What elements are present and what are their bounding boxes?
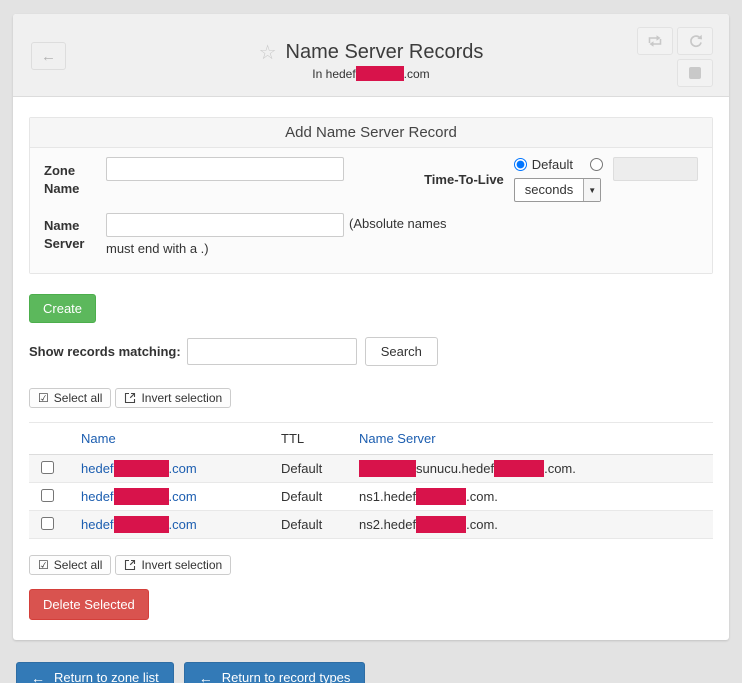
add-record-panel-title: Add Name Server Record [30,118,712,148]
table-row: hedef.com Default sunucu.hedef.com. [29,455,713,483]
repeat-button[interactable] [637,27,673,55]
ttl-custom-input[interactable] [613,157,698,181]
refresh-button[interactable] [677,27,713,55]
search-input[interactable] [187,338,357,365]
ttl-unit-selected-value: seconds [515,179,583,201]
select-all-button-top[interactable]: ☑ Select all [29,388,111,408]
zone-name-input[interactable] [106,157,344,181]
add-record-panel: Add Name Server Record Zone Name Time-To… [29,117,713,274]
redacted-text [114,516,169,533]
table-row: hedef.com Default ns2.hedef.com. [29,511,713,539]
page-title: Name Server Records [286,41,484,64]
zone-name-label: Zone Name [44,157,106,198]
record-ttl: Default [269,511,347,539]
ttl-custom-radio[interactable] [590,158,603,171]
redacted-text [114,460,169,477]
record-name-link[interactable]: hedef.com [81,489,197,504]
record-name-server: ns2.hedef.com. [347,511,713,539]
repeat-icon [647,34,663,48]
left-arrow-icon: ← [31,671,45,683]
row-checkbox[interactable] [41,517,54,530]
name-column-header[interactable]: Name [69,423,269,455]
chevron-down-icon: ▼ [583,179,600,201]
name-server-input[interactable] [106,213,344,237]
refresh-icon [688,34,703,49]
back-button[interactable]: ← [31,42,66,70]
favorite-star-icon[interactable]: ☆ [259,43,277,63]
record-ttl: Default [269,455,347,483]
left-arrow-icon: ← [199,671,213,683]
invert-selection-icon [124,559,136,571]
redacted-text [494,460,544,477]
page-subtitle: In hedef.com [13,66,729,81]
ttl-unit-select[interactable]: seconds ▼ [514,178,601,202]
invert-selection-button-bottom[interactable]: Invert selection [115,555,231,575]
checkbox-check-icon: ☑ [38,392,49,404]
redacted-text [356,66,404,81]
invert-selection-icon [124,392,136,404]
stop-icon [689,67,701,79]
stop-button[interactable] [677,59,713,87]
delete-selected-button[interactable]: Delete Selected [29,589,149,620]
search-label: Show records matching: [29,344,181,359]
redacted-text [359,460,416,477]
ttl-default-radio[interactable] [514,158,527,171]
back-arrow-icon: ← [41,48,56,65]
ttl-label: Time-To-Live [424,172,504,187]
page-header: ← ☆ Name Server Records In hedef.com [13,14,729,97]
ttl-column-header: TTL [269,423,347,455]
checkbox-column-header [29,423,69,455]
main-card: ← ☆ Name Server Records In hedef.com [13,14,729,640]
record-ttl: Default [269,483,347,511]
name-server-column-header[interactable]: Name Server [347,423,713,455]
create-button[interactable]: Create [29,294,96,323]
table-row: hedef.com Default ns1.hedef.com. [29,483,713,511]
name-server-label: Name Server [44,212,106,253]
record-name-server: sunucu.hedef.com. [347,455,713,483]
return-to-record-types-button[interactable]: ← Return to record types [184,662,366,683]
redacted-text [416,488,466,505]
select-all-button-bottom[interactable]: ☑ Select all [29,555,111,575]
row-checkbox[interactable] [41,461,54,474]
invert-selection-button-top[interactable]: Invert selection [115,388,231,408]
redacted-text [416,516,466,533]
checkbox-check-icon: ☑ [38,559,49,571]
ttl-default-option-label: Default [532,157,573,172]
return-to-zone-list-button[interactable]: ← Return to zone list [16,662,174,683]
redacted-text [114,488,169,505]
record-name-link[interactable]: hedef.com [81,461,197,476]
search-button[interactable]: Search [365,337,438,366]
row-checkbox[interactable] [41,489,54,502]
record-name-link[interactable]: hedef.com [81,517,197,532]
records-table: Name TTL Name Server hedef.com Default s… [29,422,713,539]
record-name-server: ns1.hedef.com. [347,483,713,511]
